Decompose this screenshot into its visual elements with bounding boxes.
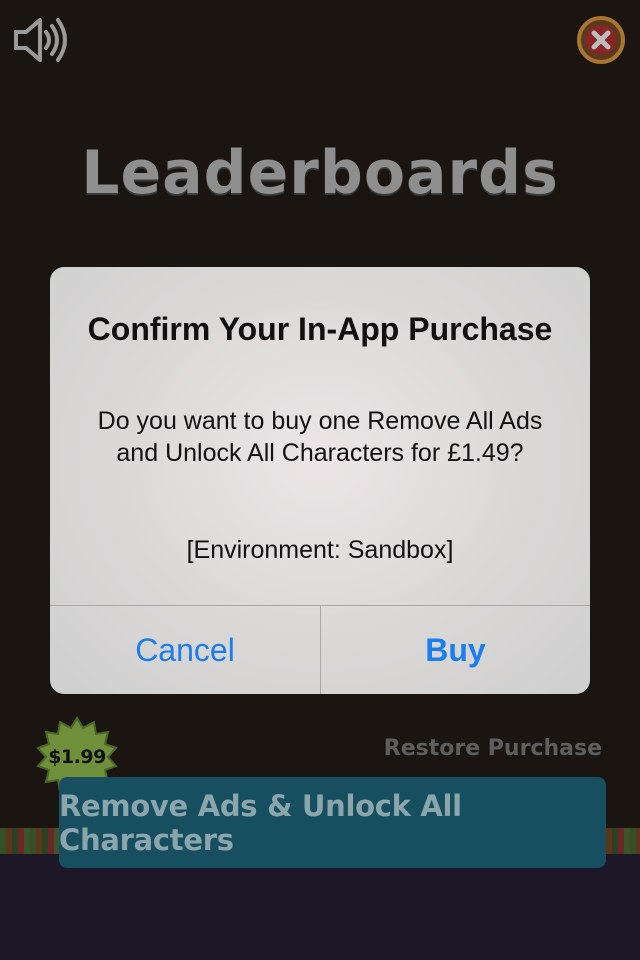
alert-title: Confirm Your In-App Purchase: [87, 311, 553, 347]
remove-ads-button[interactable]: Remove Ads & Unlock All Characters: [59, 777, 606, 868]
purchase-alert-dialog: Confirm Your In-App Purchase Do you want…: [50, 267, 590, 694]
alert-environment-note: [Environment: Sandbox]: [186, 536, 454, 564]
buy-button[interactable]: Buy: [321, 606, 590, 694]
restore-purchase-button[interactable]: Restore Purchase: [380, 736, 602, 761]
alert-message: Do you want to buy one Remove All Ads an…: [97, 407, 543, 467]
cancel-button[interactable]: Cancel: [50, 606, 320, 694]
